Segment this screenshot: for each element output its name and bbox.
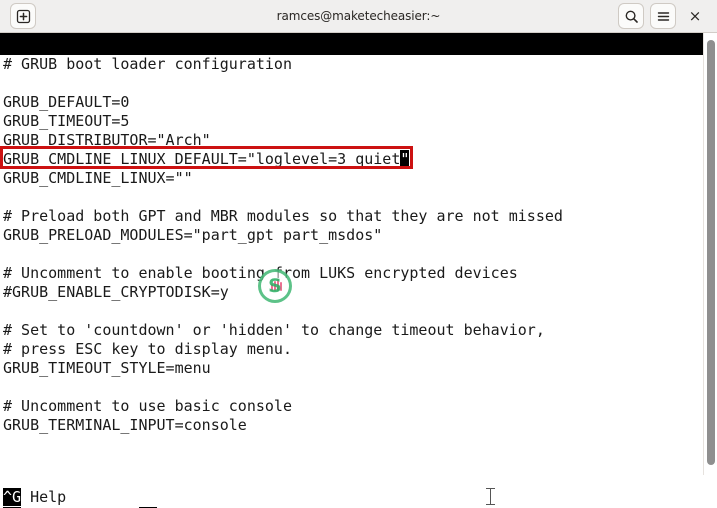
close-icon: × — [688, 6, 702, 25]
editor-line: # GRUB boot loader configuration — [3, 55, 292, 73]
watermark-letter: S — [268, 274, 282, 297]
editor-line: GRUB_DEFAULT=0 — [3, 93, 130, 111]
vertical-scrollbar[interactable] — [703, 33, 717, 475]
text-cursor: " — [400, 150, 410, 168]
editor-line: GRUB_TIMEOUT_STYLE=menu — [3, 359, 211, 377]
editor-text-area[interactable]: # GRUB boot loader configuration GRUB_DE… — [0, 55, 717, 435]
terminal-window: ramces@maketecheasier:~ × GNU nano 7.2 — [0, 0, 717, 508]
window-titlebar: ramces@maketecheasier:~ × — [0, 0, 717, 33]
shortcut-row-bottom: ^X Exit ^R Read File ^\ Replace ^U Paste… — [0, 488, 717, 508]
editor-line: # press ESC key to display menu. — [3, 340, 292, 358]
editor-line: # Set to 'countdown' or 'hidden' to chan… — [3, 321, 545, 339]
editor-line: # Uncomment to enable booting from LUKS … — [3, 264, 518, 282]
window-title: ramces@maketecheasier:~ — [276, 9, 441, 23]
editor-line: # Uncomment to use basic console — [3, 397, 292, 415]
titlebar-right-actions: × — [615, 3, 717, 29]
editor-line: GRUB_TERMINAL_INPUT=console — [3, 416, 247, 434]
new-tab-button[interactable] — [10, 3, 36, 29]
menu-button[interactable] — [650, 3, 676, 29]
editor-line: # Preload both GPT and MBR modules so th… — [3, 207, 563, 225]
editor-line: GRUB_CMDLINE_LINUX="" — [3, 169, 193, 187]
nano-header-bar: GNU nano 7.2 /etc/default/grub — [0, 33, 717, 55]
nano-shortcut-bar: ^G Help ^O Write Out ^W Where Is ^K Cut … — [0, 468, 717, 508]
editor-line: GRUB_TIMEOUT=5 — [3, 112, 130, 130]
editor-line: GRUB_PRELOAD_MODULES="part_gpt part_msdo… — [3, 226, 383, 244]
titlebar-left-actions — [0, 3, 39, 29]
editor-line: GRUB_DISTRIBUTOR="Arch" — [3, 131, 211, 149]
terminal-content[interactable]: GNU nano 7.2 /etc/default/grub # GRUB bo… — [0, 33, 717, 508]
scrollbar-thumb[interactable] — [707, 40, 715, 465]
new-tab-icon — [16, 9, 30, 23]
search-icon — [625, 10, 638, 23]
watermark-logo: S — [258, 269, 292, 303]
editor-line-cmdline-default[interactable]: GRUB_CMDLINE_LINUX_DEFAULT="loglevel=3 q… — [0, 150, 717, 169]
cmdline-default-text: GRUB_CMDLINE_LINUX_DEFAULT="loglevel=3 q… — [3, 150, 401, 168]
close-button[interactable]: × — [682, 3, 708, 29]
editor-line: #GRUB_ENABLE_CRYPTODISK=y — [3, 283, 229, 301]
shortcut-row-top: ^G Help ^O Write Out ^W Where Is ^K Cut … — [0, 469, 717, 508]
search-button[interactable] — [618, 3, 644, 29]
hamburger-menu-icon — [657, 11, 669, 21]
